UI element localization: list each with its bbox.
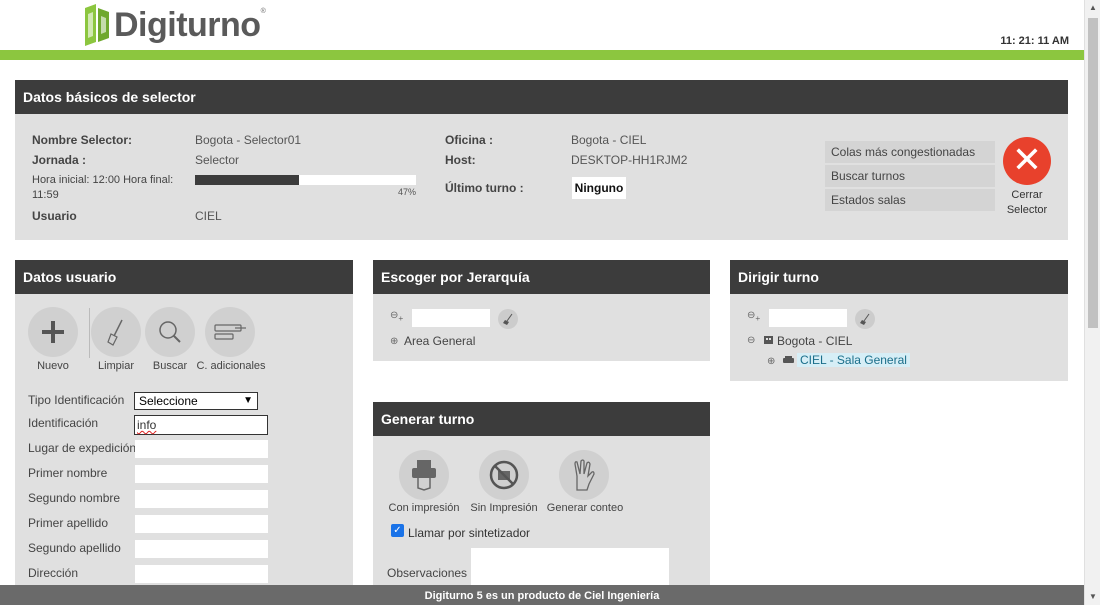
tree-expand-icon[interactable]: ⊕	[767, 356, 775, 367]
nuevo-label[interactable]: Nuevo	[28, 360, 78, 372]
identificacion-input[interactable]: info	[134, 415, 268, 435]
observaciones-label: Observaciones :	[387, 566, 474, 580]
office-icon	[763, 334, 774, 348]
generate-ticket-title: Generar turno	[373, 402, 710, 436]
segundo-apellido-label: Segundo apellido	[28, 541, 121, 555]
host-value: DESKTOP-HH1RJM2	[571, 153, 688, 167]
jornada-label: Jornada :	[32, 153, 87, 167]
oficina-value: Bogota - CIEL	[571, 133, 647, 147]
generar-conteo-label[interactable]: Generar conteo	[545, 502, 625, 514]
limpiar-label[interactable]: Limpiar	[91, 360, 141, 372]
primer-nombre-label: Primer nombre	[28, 466, 108, 480]
scroll-thumb[interactable]	[1088, 18, 1098, 328]
sintetizador-checkbox[interactable]: ✓	[391, 524, 404, 537]
tree-item-sala-general[interactable]: CIEL - Sala General	[797, 353, 910, 367]
progress-percent: 47%	[398, 187, 417, 197]
nombre-selector-label: Nombre Selector:	[32, 133, 133, 147]
tree-item-area-general[interactable]: Area General	[404, 334, 475, 348]
expand-collapse-icon[interactable]: ⊖+	[390, 310, 403, 323]
primer-apellido-label: Primer apellido	[28, 516, 109, 530]
plus-icon[interactable]	[28, 307, 78, 357]
close-selector-icon[interactable]: ✕	[1003, 137, 1051, 185]
nombre-selector-value: Bogota - Selector01	[195, 133, 302, 147]
hand-count-icon[interactable]	[559, 450, 609, 500]
jornada-progress-bar	[195, 175, 416, 185]
usuario-label: Usuario	[32, 209, 77, 223]
segundo-nombre-input[interactable]	[135, 490, 268, 508]
user-data-title: Datos usuario	[15, 260, 353, 294]
primer-nombre-input[interactable]	[135, 465, 268, 483]
broom-icon[interactable]	[91, 307, 141, 357]
segundo-apellido-input[interactable]	[135, 540, 268, 558]
header-accent-bar	[0, 50, 1084, 60]
tree-item-bogota-ciel[interactable]: Bogota - CIEL	[777, 334, 852, 348]
direct-search-input[interactable]	[769, 309, 847, 327]
direccion-label: Dirección	[28, 566, 79, 580]
usuario-value: CIEL	[195, 209, 222, 223]
ultimo-turno-value: Ninguno	[572, 177, 626, 199]
search-icon[interactable]	[145, 307, 195, 357]
scroll-down-icon[interactable]: ▼	[1088, 591, 1098, 603]
buscar-turnos-button[interactable]: Buscar turnos	[825, 165, 995, 187]
primer-apellido-input[interactable]	[135, 515, 268, 533]
logo-registered: ®	[260, 7, 266, 15]
tipo-id-select[interactable]: Seleccione ▼	[134, 392, 258, 410]
clock: 11: 21: 11 AM	[1000, 35, 1069, 47]
chevron-down-icon: ▼	[243, 395, 253, 406]
identificacion-value: info	[137, 418, 157, 432]
con-impresion-label[interactable]: Con impresión	[385, 502, 463, 514]
sintetizador-label[interactable]: Llamar por sintetizador	[408, 526, 530, 540]
buscar-label[interactable]: Buscar	[145, 360, 195, 372]
close-selector-label[interactable]: Cerrar Selector	[997, 188, 1057, 218]
user-data-panel: Datos usuario Nuevo Limpiar Buscar C. ad…	[15, 260, 353, 605]
additional-fields-icon[interactable]	[205, 307, 255, 357]
ultimo-turno-label: Último turno :	[445, 181, 524, 195]
identificacion-label: Identificación	[28, 416, 99, 430]
footer: Digiturno 5 es un producto de Ciel Ingen…	[0, 585, 1084, 605]
direccion-input[interactable]	[135, 565, 268, 583]
logo-mark-icon	[82, 2, 112, 48]
generate-ticket-panel: Generar turno Con impresión Sin Impresió…	[373, 402, 710, 605]
oficina-label: Oficina :	[445, 133, 494, 147]
basic-data-title: Datos básicos de selector	[15, 80, 1068, 114]
tipo-id-selected: Seleccione	[139, 394, 198, 408]
room-icon	[782, 355, 795, 369]
printer-icon[interactable]	[399, 450, 449, 500]
broom-icon[interactable]	[855, 309, 875, 329]
hierarchy-panel: Escoger por Jerarquía ⊖+ ⊕ Area General	[373, 260, 710, 361]
hierarchy-title: Escoger por Jerarquía	[373, 260, 710, 294]
logo-text: Digiturno	[114, 5, 261, 44]
tree-expand-icon[interactable]: ⊕	[390, 336, 398, 347]
tipo-id-label: Tipo Identificación	[28, 393, 125, 407]
jornada-value: Selector	[195, 153, 240, 167]
tool-separator	[89, 308, 90, 358]
lugar-expedicion-input[interactable]	[135, 440, 268, 458]
no-print-icon[interactable]	[479, 450, 529, 500]
tree-collapse-icon[interactable]: ⊖	[747, 335, 755, 346]
sin-impresion-label[interactable]: Sin Impresión	[465, 502, 543, 514]
lugar-expedicion-label: Lugar de expedición	[28, 441, 137, 455]
broom-icon[interactable]	[498, 309, 518, 329]
expand-collapse-icon[interactable]: ⊖+	[747, 310, 760, 323]
progress-fill	[195, 175, 299, 185]
segundo-nombre-label: Segundo nombre	[28, 491, 121, 505]
vertical-scrollbar[interactable]: ▲ ▼	[1084, 0, 1100, 605]
digiturno-logo: Digiturno ®	[82, 0, 266, 50]
direct-ticket-title: Dirigir turno	[730, 260, 1068, 294]
direct-ticket-panel: Dirigir turno ⊖+ ⊖ Bogota - CIEL ⊕ CIEL …	[730, 260, 1068, 381]
estados-salas-button[interactable]: Estados salas	[825, 189, 995, 211]
colas-congestionadas-button[interactable]: Colas más congestionadas	[825, 141, 995, 163]
hora-label: Hora inicial: 12:00 Hora final: 11:59	[32, 174, 174, 201]
scroll-up-icon[interactable]: ▲	[1088, 2, 1098, 14]
c-adicionales-label[interactable]: C. adicionales	[195, 360, 267, 372]
basic-data-panel: Datos básicos de selector Nombre Selecto…	[15, 80, 1068, 240]
hierarchy-search-input[interactable]	[412, 309, 490, 327]
host-label: Host:	[445, 153, 476, 167]
